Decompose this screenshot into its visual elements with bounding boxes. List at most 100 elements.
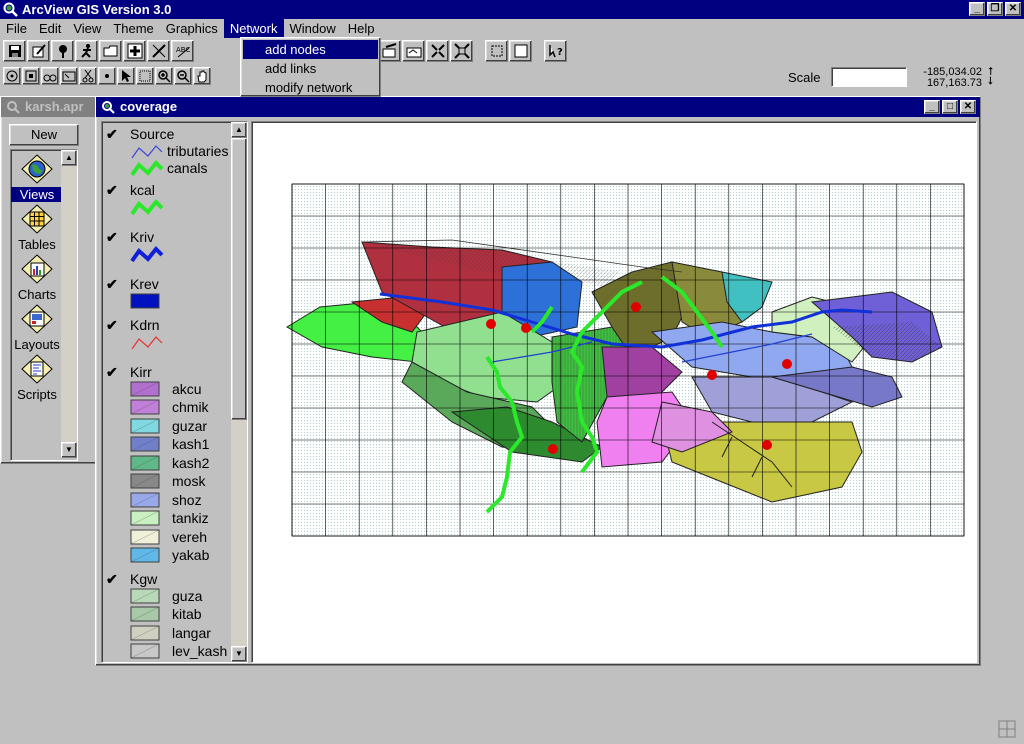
toc-scroll-up-button[interactable]: ▲: [231, 122, 247, 138]
open-button[interactable]: [99, 40, 122, 62]
menu-window[interactable]: Window: [284, 19, 342, 38]
legend-swatch: [130, 625, 160, 640]
theme-name: Krev: [130, 276, 159, 292]
theme-visibility-checkbox[interactable]: ✔: [106, 364, 118, 381]
legend-label: tankiz: [172, 510, 209, 526]
legend-swatch: [130, 418, 160, 433]
doc-list-scrollbar[interactable]: ▲ ▼: [61, 150, 77, 458]
menu-item-add-links[interactable]: add links: [243, 59, 378, 78]
zoom-box-tool[interactable]: [136, 67, 154, 85]
theme-name: kcal: [130, 182, 155, 198]
tables-grid-icon: [21, 204, 53, 234]
doc-item-tables[interactable]: Tables: [11, 204, 63, 252]
scale-input[interactable]: [831, 67, 907, 87]
scripts-icon: [21, 354, 53, 384]
minimize-button[interactable]: _: [969, 2, 985, 16]
tool-bar: [3, 67, 211, 87]
theme-name: Kirr: [130, 363, 152, 380]
toc-scroll-down-button[interactable]: ▼: [231, 646, 247, 662]
zoom-previous-button[interactable]: [509, 40, 532, 62]
table-edit-icon: [382, 43, 396, 58]
pan-tool[interactable]: [193, 67, 211, 85]
help-button[interactable]: ?: [544, 40, 567, 62]
menu-network[interactable]: Network: [223, 19, 284, 38]
hotlink-button[interactable]: [75, 40, 98, 62]
vertex-tool[interactable]: [98, 67, 116, 85]
doc-item-layouts[interactable]: Layouts: [11, 304, 63, 352]
theme-visibility-checkbox[interactable]: ✔: [106, 317, 118, 334]
label-button[interactable]: ABC: [171, 40, 194, 62]
view-minimize-button[interactable]: _: [924, 100, 940, 114]
menu-item-modify-network[interactable]: modify network: [243, 78, 378, 97]
project-title-bar[interactable]: karsh.apr: [1, 97, 97, 117]
menu-graphics[interactable]: Graphics: [160, 19, 224, 38]
doc-item-scripts[interactable]: Scripts: [11, 354, 63, 402]
vertex-dot-icon: [105, 74, 109, 78]
zoom-active-button[interactable]: [450, 40, 473, 62]
select-feature-tool[interactable]: [22, 67, 40, 85]
add-theme-button[interactable]: [51, 40, 74, 62]
legend-swatch: [130, 160, 164, 177]
zoom-in-tool[interactable]: [155, 67, 173, 85]
resize-grip-icon: [998, 720, 1016, 738]
theme-visibility-checkbox[interactable]: ✔: [106, 276, 118, 293]
table-button[interactable]: [378, 40, 401, 62]
menu-help[interactable]: Help: [342, 19, 381, 38]
zoom-out-tool[interactable]: [174, 67, 192, 85]
menu-edit[interactable]: Edit: [33, 19, 67, 38]
legend-swatch: [130, 492, 160, 507]
toc-scroll-thumb[interactable]: [231, 138, 247, 420]
select-graphics-tool[interactable]: [60, 67, 78, 85]
legend-label: chmik: [172, 399, 209, 415]
cut-tool[interactable]: [79, 67, 97, 85]
legend-label: akcu: [172, 380, 202, 397]
legend-swatch: [130, 473, 160, 489]
save-project-button[interactable]: [3, 40, 26, 62]
view-maximize-button[interactable]: □: [942, 100, 958, 114]
properties-button[interactable]: [27, 40, 50, 62]
scroll-up-button[interactable]: ▲: [61, 150, 77, 166]
theme-visibility-checkbox[interactable]: ✔: [106, 571, 118, 588]
doc-item-views[interactable]: Views: [11, 154, 63, 202]
view-title-bar[interactable]: coverage _ □ ✕: [96, 97, 980, 117]
close-button[interactable]: ✕: [1005, 2, 1021, 16]
legend-label: vereh: [172, 528, 208, 545]
menu-file[interactable]: File: [0, 19, 33, 38]
view-close-button[interactable]: ✕: [960, 100, 976, 114]
scroll-down-button[interactable]: ▼: [61, 442, 77, 458]
pointer-tool[interactable]: [117, 67, 135, 85]
measure-tool[interactable]: [41, 67, 59, 85]
menu-view[interactable]: View: [67, 19, 107, 38]
view-window: coverage _ □ ✕ ✔ Source tributaries canals ✔…: [95, 96, 981, 666]
zoom-selected-button[interactable]: [485, 40, 508, 62]
restore-button[interactable]: ❐: [987, 2, 1003, 16]
legend-swatch: [130, 606, 160, 622]
identify-tool[interactable]: [3, 67, 21, 85]
grid-lines: [291, 183, 965, 537]
menu-theme[interactable]: Theme: [107, 19, 159, 38]
query-button[interactable]: [402, 40, 425, 62]
doc-item-charts[interactable]: Charts: [11, 254, 63, 302]
app-title: ArcView GIS Version 3.0: [22, 2, 172, 17]
charts-bar-icon: [21, 254, 53, 284]
theme-visibility-checkbox[interactable]: ✔: [106, 126, 118, 143]
toc-scrollbar[interactable]: ▲ ▼: [231, 122, 247, 662]
map-display[interactable]: [251, 121, 977, 663]
theme-visibility-checkbox[interactable]: ✔: [106, 182, 118, 199]
zoom-active-icon: [453, 43, 470, 59]
theme-visibility-checkbox[interactable]: ✔: [106, 229, 118, 246]
legend-label: kitab: [172, 606, 202, 622]
map-canvas[interactable]: [252, 122, 974, 660]
legend-label: guza: [172, 587, 203, 604]
zoom-full-button[interactable]: [426, 40, 449, 62]
legend-label: shoz: [172, 491, 202, 508]
save-icon: [8, 45, 21, 57]
help-arrow-icon: ?: [548, 45, 563, 58]
legend-label: mosk: [172, 473, 206, 489]
add-button[interactable]: [123, 40, 146, 62]
svg-text:?: ?: [557, 47, 563, 58]
legend-button[interactable]: [147, 40, 170, 62]
menu-bar: File Edit View Theme Graphics Network Wi…: [0, 19, 1024, 38]
new-button[interactable]: New: [9, 124, 79, 146]
menu-item-add-nodes[interactable]: add nodes: [243, 40, 378, 59]
